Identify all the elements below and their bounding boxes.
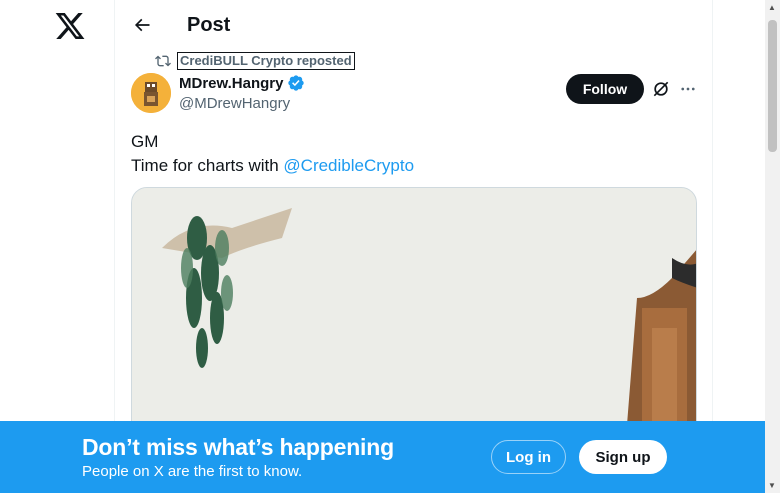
login-button[interactable]: Log in — [491, 440, 566, 474]
grok-icon[interactable] — [651, 79, 671, 99]
scroll-thumb[interactable] — [768, 20, 777, 152]
scrollbar[interactable]: ▲ ▼ — [765, 0, 780, 493]
banner-subtitle: People on X are the first to know. — [82, 463, 303, 480]
avatar-image — [131, 73, 171, 113]
banner-title: Don’t miss what’s happening — [82, 434, 394, 460]
page-title: Post — [187, 14, 231, 36]
tweet-text: GM Time for charts with @CredibleCrypto — [131, 130, 414, 178]
more-button[interactable] — [678, 79, 698, 99]
repost-context: CrediBULL Crypto reposted — [155, 51, 355, 71]
back-button[interactable] — [129, 12, 155, 38]
post-header: Post — [115, 0, 714, 52]
verified-badge-icon — [288, 75, 305, 91]
tweet-line-2: Time for charts with @CredibleCrypto — [131, 154, 414, 178]
tweet-line-1: GM — [131, 132, 159, 151]
back-arrow-icon — [134, 18, 150, 32]
repost-icon — [155, 55, 171, 67]
more-icon — [681, 87, 695, 91]
left-rail — [0, 0, 114, 493]
author-handle[interactable]: @MDrewHangry — [179, 95, 305, 112]
author-name[interactable]: MDrew.Hangry — [179, 75, 283, 92]
signup-button[interactable]: Sign up — [579, 440, 667, 474]
mention-link[interactable]: @CredibleCrypto — [283, 156, 414, 175]
follow-button[interactable]: Follow — [566, 74, 644, 104]
repost-label[interactable]: CrediBULL Crypto reposted — [177, 52, 355, 70]
post-column: Post CrediBULL Crypto reposted MDrew.Han… — [114, 0, 713, 493]
scroll-down-icon[interactable]: ▼ — [768, 481, 776, 490]
signup-banner: Don’t miss what’s happening People on X … — [0, 421, 765, 493]
x-logo-icon[interactable] — [54, 10, 86, 42]
tweet-line-2-text: Time for charts with — [131, 156, 284, 175]
author-name-row: MDrew.Hangry — [179, 74, 305, 92]
author-block: MDrew.Hangry @MDrewHangry — [179, 74, 305, 112]
avatar[interactable] — [131, 73, 171, 113]
scroll-up-icon[interactable]: ▲ — [768, 3, 776, 12]
